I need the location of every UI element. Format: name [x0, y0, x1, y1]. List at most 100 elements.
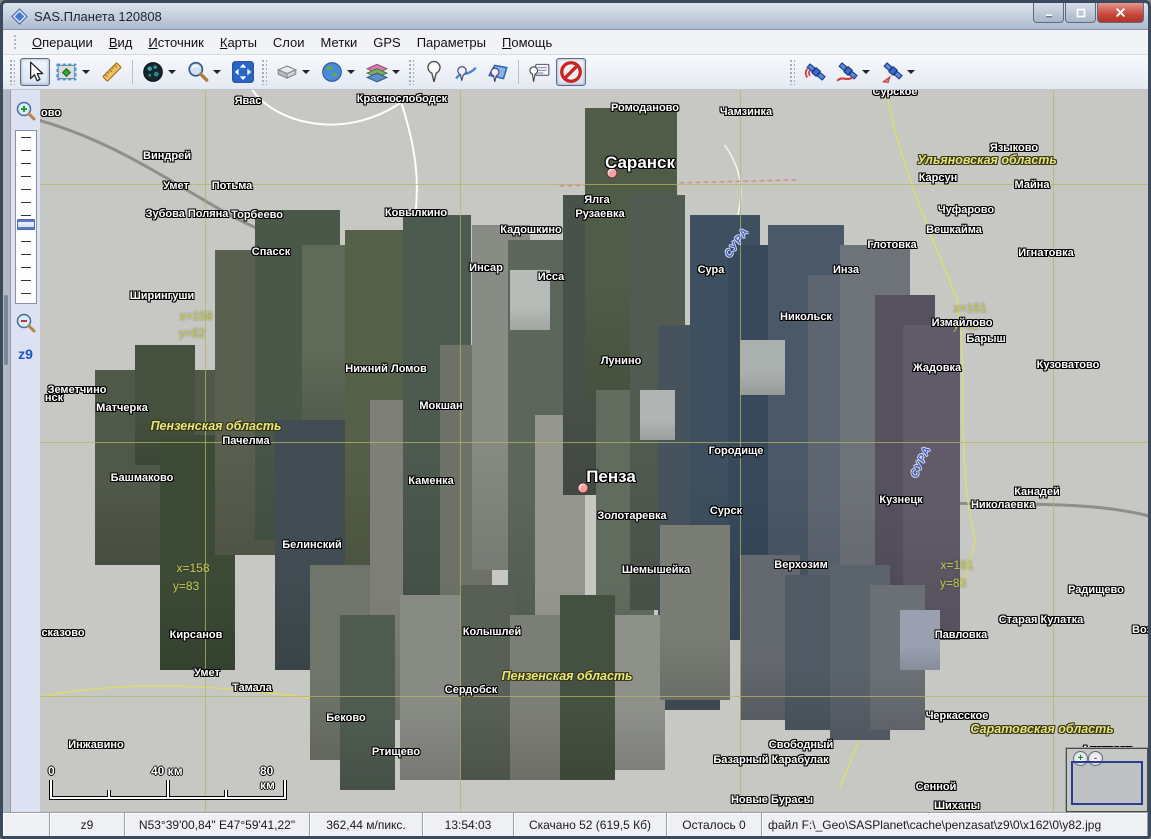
placemark-manager-button[interactable] — [524, 58, 554, 86]
map-label-town: сказово — [41, 627, 84, 639]
map-label-tile: y=82 — [179, 326, 205, 340]
scale-label: 40 км — [151, 764, 183, 778]
cursor-arrow-icon — [23, 60, 47, 84]
title-bar[interactable]: SAS.Планета 120808 — [3, 3, 1148, 30]
toolbar-grip[interactable] — [789, 59, 795, 85]
toolbar-group-navigation — [7, 55, 259, 89]
slider-tick — [21, 254, 31, 255]
map-source-button[interactable] — [317, 58, 360, 86]
minimap-panel[interactable]: + - — [1066, 748, 1148, 812]
gps-track-icon — [835, 60, 859, 84]
fullscreen-icon — [231, 60, 255, 84]
add-placemark-button[interactable] — [419, 58, 449, 86]
cache-mode-button[interactable] — [272, 58, 315, 86]
window-title: SAS.Планета 120808 — [34, 9, 1033, 24]
map-label-region: Ульяновская область — [917, 153, 1057, 167]
gps-track-button[interactable] — [832, 58, 875, 86]
app-logo-icon — [11, 8, 28, 25]
status-downloaded: Скачано 52 (619,5 Кб) — [514, 813, 667, 836]
zoom-level-label: z9 — [18, 346, 33, 362]
graticule-line — [460, 90, 461, 812]
map-label-town: Явас — [235, 95, 262, 107]
add-path-button[interactable] — [451, 58, 481, 86]
graticule-line — [40, 442, 1148, 443]
status-remaining: Осталось 0 — [667, 813, 762, 836]
dropdown-arrow-icon[interactable] — [168, 70, 176, 74]
dropdown-arrow-icon[interactable] — [862, 70, 870, 74]
gps-connect-button[interactable] — [800, 58, 830, 86]
map-label-town: Золотаревка — [597, 510, 666, 522]
satellite-tile — [640, 390, 675, 440]
toolbar-grip[interactable] — [9, 59, 15, 85]
measure-distance-button[interactable] — [97, 58, 127, 86]
dropdown-arrow-icon[interactable] — [907, 70, 915, 74]
zoom-out-button[interactable] — [15, 312, 37, 334]
map-label-town: Городище — [709, 445, 764, 457]
map-label-town: Мокшан — [419, 400, 462, 412]
menu-grip[interactable] — [13, 34, 18, 50]
menu-item-карты[interactable]: Карты — [212, 32, 265, 53]
hide-placemarks-button[interactable] — [556, 58, 586, 86]
map-label-town: Майна — [1015, 179, 1050, 191]
toolbar-grip[interactable] — [408, 59, 414, 85]
add-polygon-button[interactable] — [483, 58, 513, 86]
zoom-slider[interactable] — [15, 130, 37, 304]
dark-globe-icon — [141, 60, 165, 84]
menu-item-источник[interactable]: Источник — [140, 32, 212, 53]
map-label-town: Канадей — [1014, 486, 1060, 498]
map-label-town: Кузоватово — [1037, 359, 1100, 371]
toolbar-group-placemarks — [406, 55, 587, 89]
menu-item-слои[interactable]: Слои — [265, 32, 313, 53]
map-label-town: Кузнецк — [879, 494, 922, 506]
map-label-town: Шиханы — [934, 800, 980, 812]
menu-item-параметры[interactable]: Параметры — [409, 32, 494, 53]
dropdown-arrow-icon[interactable] — [347, 70, 355, 74]
satellite-tile — [340, 615, 395, 790]
map-label-town: Верхозим — [774, 559, 827, 571]
menu-item-метки[interactable]: Метки — [313, 32, 366, 53]
map-label-town: Базарный Карабулак — [713, 754, 828, 766]
toolbar-separator — [132, 60, 133, 84]
close-button[interactable] — [1097, 3, 1144, 23]
map-label-town: Инсар — [469, 262, 503, 274]
map-label-town: Нижний Ломов — [345, 363, 427, 375]
map-label-town: Ялга — [584, 194, 610, 206]
scale-ruler — [48, 778, 288, 802]
splitter-grabber[interactable] — [4, 295, 8, 365]
zoom-in-button[interactable] — [15, 100, 37, 122]
status-file: файл F:\_Geo\SASPlanet\cache\penzasat\z9… — [762, 813, 1148, 836]
panel-splitter[interactable] — [3, 90, 11, 812]
satellite-tile — [615, 615, 665, 770]
pan-mode-button[interactable] — [20, 58, 50, 86]
map-label-town: Ртищево — [372, 746, 420, 758]
minimap-viewport[interactable] — [1071, 761, 1143, 805]
map-label-town: Николаевка — [971, 499, 1035, 511]
layers-button[interactable] — [362, 58, 405, 86]
polygon-pin-icon — [486, 60, 510, 84]
map-canvas[interactable]: x=158y=82x=161y=82x=158y=83x=161y=83СУРА… — [40, 90, 1148, 812]
map-label-town: Кадошкино — [500, 224, 561, 236]
map-label-town: Колышлей — [463, 626, 521, 638]
menu-item-вид[interactable]: Вид — [101, 32, 141, 53]
gps-center-button[interactable] — [877, 58, 920, 86]
fill-map-button[interactable] — [138, 58, 181, 86]
scale-bar: 0 40 км 80 км — [48, 764, 288, 804]
dropdown-arrow-icon[interactable] — [302, 70, 310, 74]
menu-item-операции[interactable]: Операции — [24, 32, 101, 53]
menu-item-gps[interactable]: GPS — [365, 32, 408, 53]
fullscreen-button[interactable] — [228, 58, 258, 86]
selection-manager-button[interactable] — [52, 58, 95, 86]
dropdown-arrow-icon[interactable] — [213, 70, 221, 74]
minimize-button[interactable] — [1033, 3, 1064, 23]
slider-tick — [21, 176, 31, 177]
dropdown-arrow-icon[interactable] — [392, 70, 400, 74]
slider-thumb[interactable] — [17, 219, 35, 230]
app-window: SAS.Планета 120808 ОперацииВидИсточникКа… — [0, 0, 1151, 839]
map-label-town: Беково — [326, 712, 365, 724]
map-label-tile: x=158 — [179, 309, 212, 323]
maximize-button[interactable] — [1065, 3, 1096, 23]
zoom-tool-button[interactable] — [183, 58, 226, 86]
dropdown-arrow-icon[interactable] — [82, 70, 90, 74]
menu-item-помощь[interactable]: Помощь — [494, 32, 560, 53]
toolbar-grip[interactable] — [261, 59, 267, 85]
